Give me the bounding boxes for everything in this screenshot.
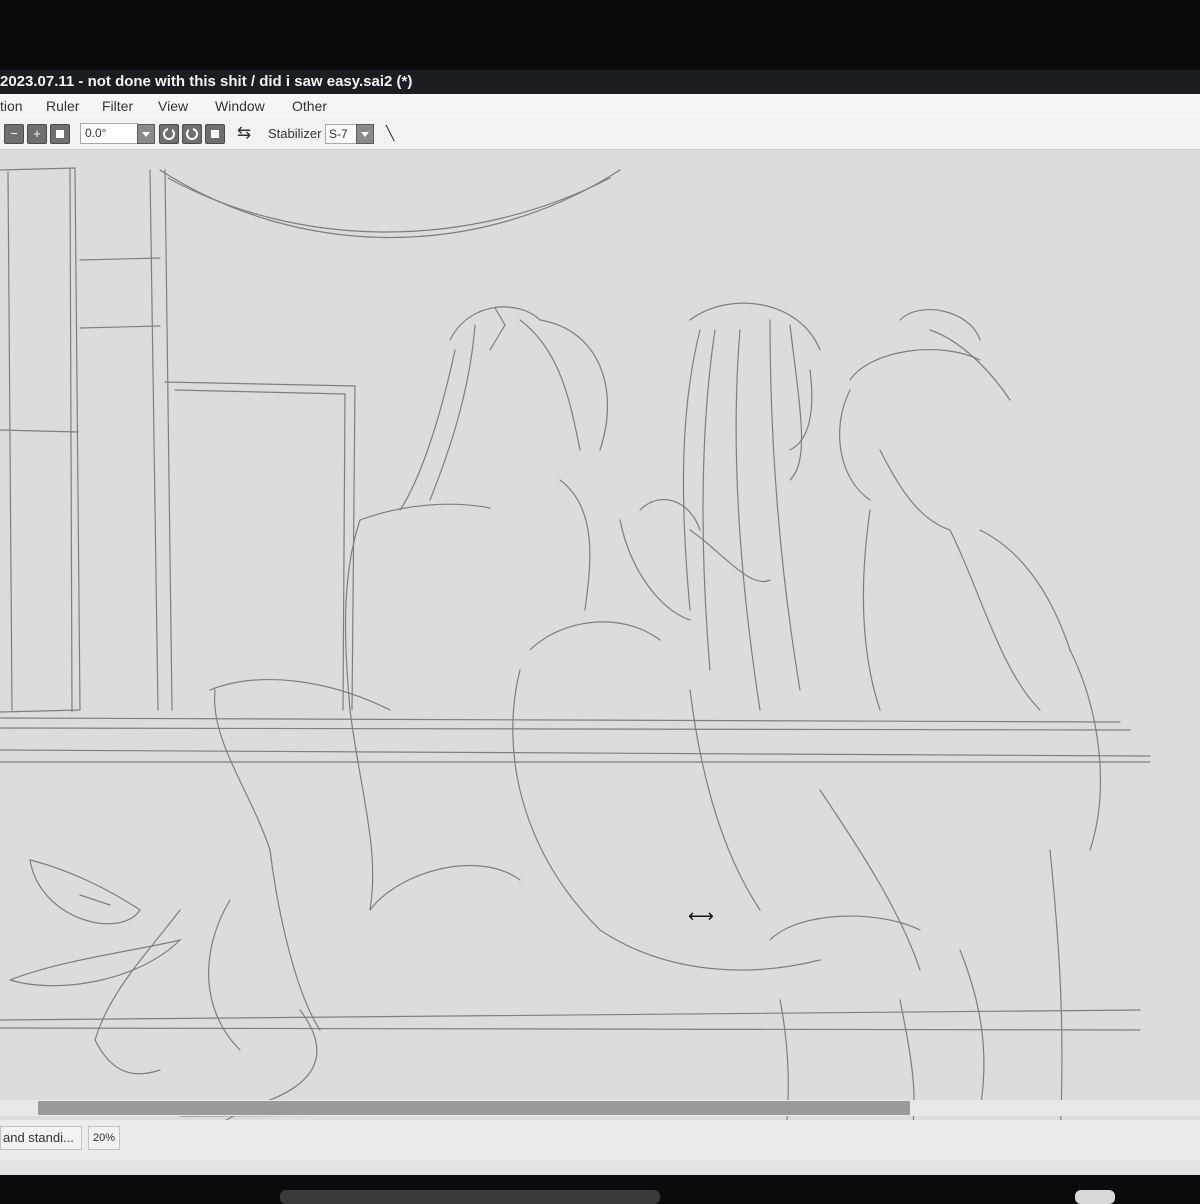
chevron-down-icon <box>142 132 150 137</box>
reset-icon <box>211 130 219 138</box>
zoom-out-button[interactable]: − <box>4 124 24 144</box>
stabilizer-value: S-7 <box>329 127 348 141</box>
rotation-angle-field[interactable]: 0.0° <box>80 123 138 144</box>
taskbar-search[interactable] <box>280 1190 660 1204</box>
rotate-left-icon <box>163 127 175 140</box>
sai-window: 2023.07.11 - not done with this shit / d… <box>0 70 1200 1175</box>
rotation-reset-button[interactable] <box>205 124 225 144</box>
horizontal-scrollbar[interactable] <box>0 1100 1200 1116</box>
window-title-text: 2023.07.11 - not done with this shit / d… <box>0 73 413 90</box>
resize-cursor-icon: ⟷ <box>688 906 714 927</box>
stabilizer-label: Stabilizer <box>268 126 322 141</box>
horizontal-scroll-thumb[interactable] <box>38 1101 910 1115</box>
monitor-bezel-top <box>0 0 1200 70</box>
zoom-reset-button[interactable] <box>50 124 70 144</box>
menu-ruler[interactable]: Ruler <box>46 98 79 114</box>
minus-icon: − <box>10 126 18 141</box>
status-bar: and standi... 20% <box>0 1120 1200 1160</box>
menu-bar: tion Ruler Filter View Window Other <box>0 94 1200 119</box>
pen-icon[interactable]: ╲ <box>386 125 394 142</box>
document-tab-label: and standi... <box>3 1130 74 1145</box>
drawing-canvas[interactable]: ⟷ <box>0 150 1200 1160</box>
rotate-left-button[interactable] <box>159 124 179 144</box>
zoom-level-value: 20% <box>92 1132 116 1144</box>
zoom-level: 20% <box>88 1126 120 1150</box>
rotation-dropdown-button[interactable] <box>137 124 155 144</box>
menu-filter[interactable]: Filter <box>102 98 133 114</box>
rotate-right-button[interactable] <box>182 124 202 144</box>
plus-icon: + <box>33 126 41 141</box>
document-tab[interactable]: and standi... <box>0 1126 82 1150</box>
zoom-in-button[interactable]: + <box>27 124 47 144</box>
menu-view[interactable]: View <box>158 98 188 114</box>
rotation-angle-value: 0.0° <box>85 126 107 140</box>
taskbar-app-icon[interactable] <box>1075 1190 1115 1204</box>
window-title: 2023.07.11 - not done with this shit / d… <box>0 70 1200 94</box>
flip-icon[interactable]: ⇆ <box>237 123 251 143</box>
menu-selection[interactable]: tion <box>0 98 23 114</box>
chevron-down-icon <box>361 132 369 137</box>
stabilizer-dropdown-button[interactable] <box>356 124 374 144</box>
menu-other[interactable]: Other <box>292 98 327 114</box>
toolbar: − + 0.0° ⇆ Stabilizer S-7 ╲ <box>0 119 1200 150</box>
reset-icon <box>56 130 64 138</box>
sketch-drawing <box>0 167 1151 1151</box>
rotate-right-icon <box>186 127 198 140</box>
menu-window[interactable]: Window <box>215 98 265 114</box>
